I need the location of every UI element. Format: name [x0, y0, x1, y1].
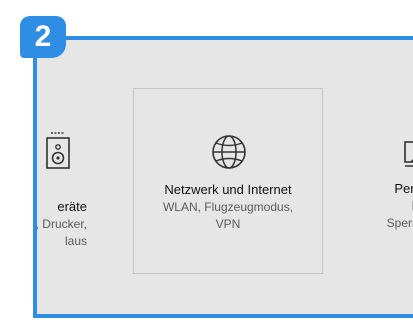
- tile-network-internet[interactable]: Netzwerk und Internet WLAN, Flugzeugmodu…: [133, 88, 323, 274]
- tile-personalization-desc-line1: Hinterg: [335, 198, 413, 215]
- tile-devices[interactable]: eräte h, Drucker, laus: [33, 100, 87, 278]
- tile-personalization[interactable]: Personal Hinterg Sperrbildsch: [335, 100, 413, 278]
- tile-personalization-desc-line2: Sperrbildsch: [386, 216, 413, 230]
- tile-personalization-title: Personal: [394, 181, 413, 196]
- tile-network-desc-line2: VPN: [215, 217, 241, 231]
- tile-devices-desc-line1: h, Drucker,: [33, 217, 87, 231]
- speaker-icon: [43, 130, 73, 170]
- settings-panel: eräte h, Drucker, laus Netzwerk und Inte…: [33, 36, 413, 318]
- globe-icon: [206, 129, 252, 175]
- screenshot-stage: 2 eräte h, Drucker, laus Netzwerk und In…: [0, 0, 413, 320]
- tile-network-title: Netzwerk und Internet: [164, 182, 292, 197]
- tile-network-desc-line1: WLAN, Flugzeugmodus,: [162, 200, 294, 214]
- tile-devices-desc-line2: laus: [64, 234, 87, 248]
- personalization-icon: [401, 136, 413, 172]
- step-number-badge: 2: [20, 16, 66, 58]
- tile-devices-title: eräte: [57, 199, 87, 214]
